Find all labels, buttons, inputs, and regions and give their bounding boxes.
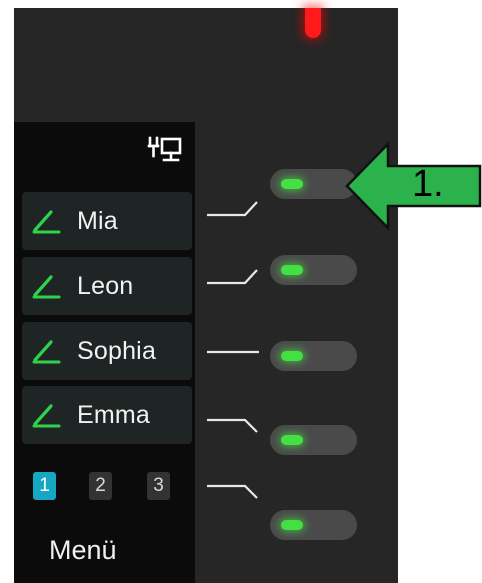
network-icon[interactable] xyxy=(147,134,185,170)
status-indicator-light xyxy=(305,8,321,38)
contact-entry-leon[interactable]: Leon xyxy=(22,257,192,315)
contact-entry-emma[interactable]: Emma xyxy=(22,386,192,444)
menu-button[interactable]: Menü xyxy=(49,535,117,566)
page-button-3[interactable]: 3 xyxy=(147,472,170,500)
led-indicator xyxy=(281,351,303,361)
contact-name: Leon xyxy=(77,271,134,300)
led-indicator xyxy=(281,179,303,189)
edit-icon xyxy=(32,275,61,299)
callout-label: 1. xyxy=(412,163,444,205)
edit-icon xyxy=(32,210,61,234)
line-toggle-3[interactable] xyxy=(270,341,357,371)
edit-icon xyxy=(32,404,61,428)
line-toggle-4[interactable] xyxy=(270,425,357,455)
line-toggle-5[interactable] xyxy=(270,510,357,540)
contact-name: Mia xyxy=(77,206,118,235)
contact-name: Sophia xyxy=(77,336,157,365)
edit-icon xyxy=(32,340,61,364)
led-indicator xyxy=(281,435,303,445)
line-toggle-2[interactable] xyxy=(270,255,357,285)
connection-lines xyxy=(207,201,259,499)
led-indicator xyxy=(281,520,303,530)
contact-entry-sophia[interactable]: Sophia xyxy=(22,322,192,380)
contact-entry-mia[interactable]: Mia xyxy=(22,192,192,250)
page-button-1[interactable]: 1 xyxy=(33,472,56,500)
page-button-2[interactable]: 2 xyxy=(89,472,112,500)
contact-name: Emma xyxy=(77,400,151,429)
led-indicator xyxy=(281,265,303,275)
